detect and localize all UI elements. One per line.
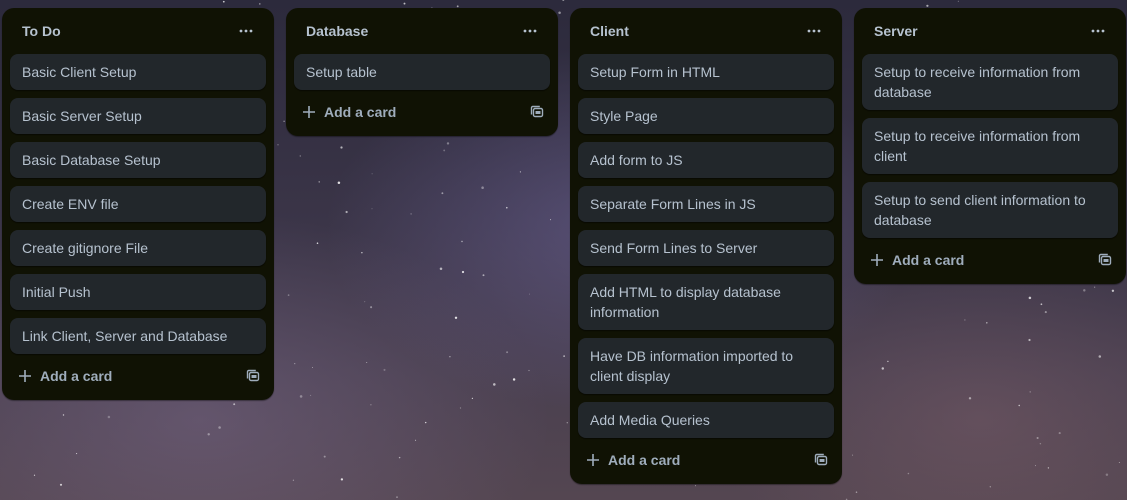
list-client: Client Setup Form in HTML Style Page Add… <box>570 8 842 484</box>
card[interactable]: Add form to JS <box>578 142 834 178</box>
card[interactable]: Separate Form Lines in JS <box>578 186 834 222</box>
card-template-icon[interactable] <box>814 453 828 467</box>
card-list: Setup Form in HTML Style Page Add form t… <box>578 54 834 438</box>
list-header: Database <box>294 8 550 54</box>
add-card-button[interactable]: Add a card <box>870 252 964 268</box>
card-template-icon[interactable] <box>530 105 544 119</box>
card-template-icon[interactable] <box>246 369 260 383</box>
card-list: Setup table <box>294 54 550 90</box>
add-card-label: Add a card <box>892 252 965 268</box>
card[interactable]: Add HTML to display database information <box>578 274 834 330</box>
ellipsis-icon[interactable] <box>516 17 544 45</box>
list-title[interactable]: Server <box>874 23 918 39</box>
card-template-icon[interactable] <box>1098 253 1112 267</box>
add-row: Add a card <box>294 98 550 126</box>
card[interactable]: Style Page <box>578 98 834 134</box>
card[interactable]: Setup to send client information to data… <box>862 182 1118 238</box>
plus-icon <box>870 253 884 267</box>
card[interactable]: Basic Database Setup <box>10 142 266 178</box>
list-title[interactable]: To Do <box>22 23 61 39</box>
card[interactable]: Link Client, Server and Database <box>10 318 266 354</box>
plus-icon <box>18 369 32 383</box>
card[interactable]: Send Form Lines to Server <box>578 230 834 266</box>
add-card-button[interactable]: Add a card <box>18 368 112 384</box>
list-to-do: To Do Basic Client Setup Basic Server Se… <box>2 8 274 400</box>
list-title[interactable]: Database <box>306 23 368 39</box>
board: To Do Basic Client Setup Basic Server Se… <box>0 0 1127 500</box>
add-card-label: Add a card <box>40 368 113 384</box>
card-list: Basic Client Setup Basic Server Setup Ba… <box>10 54 266 354</box>
add-card-label: Add a card <box>608 452 681 468</box>
plus-icon <box>586 453 600 467</box>
card[interactable]: Add Media Queries <box>578 402 834 438</box>
list-database: Database Setup table Add a card <box>286 8 558 136</box>
card-list: Setup to receive information from databa… <box>862 54 1118 238</box>
add-row: Add a card <box>10 362 266 390</box>
card[interactable]: Setup to receive information from databa… <box>862 54 1118 110</box>
card[interactable]: Initial Push <box>10 274 266 310</box>
card[interactable]: Create gitignore File <box>10 230 266 266</box>
card[interactable]: Setup Form in HTML <box>578 54 834 90</box>
card[interactable]: Setup table <box>294 54 550 90</box>
add-row: Add a card <box>862 246 1118 274</box>
list-title[interactable]: Client <box>590 23 629 39</box>
add-card-button[interactable]: Add a card <box>302 104 396 120</box>
list-header: To Do <box>10 8 266 54</box>
list-header: Server <box>862 8 1118 54</box>
list-header: Client <box>578 8 834 54</box>
plus-icon <box>302 105 316 119</box>
card[interactable]: Basic Client Setup <box>10 54 266 90</box>
list-server: Server Setup to receive information from… <box>854 8 1126 284</box>
add-row: Add a card <box>578 446 834 474</box>
ellipsis-icon[interactable] <box>800 17 828 45</box>
card[interactable]: Create ENV file <box>10 186 266 222</box>
card[interactable]: Basic Server Setup <box>10 98 266 134</box>
ellipsis-icon[interactable] <box>232 17 260 45</box>
add-card-button[interactable]: Add a card <box>586 452 680 468</box>
card[interactable]: Have DB information imported to client d… <box>578 338 834 394</box>
add-card-label: Add a card <box>324 104 397 120</box>
card[interactable]: Setup to receive information from client <box>862 118 1118 174</box>
ellipsis-icon[interactable] <box>1084 17 1112 45</box>
